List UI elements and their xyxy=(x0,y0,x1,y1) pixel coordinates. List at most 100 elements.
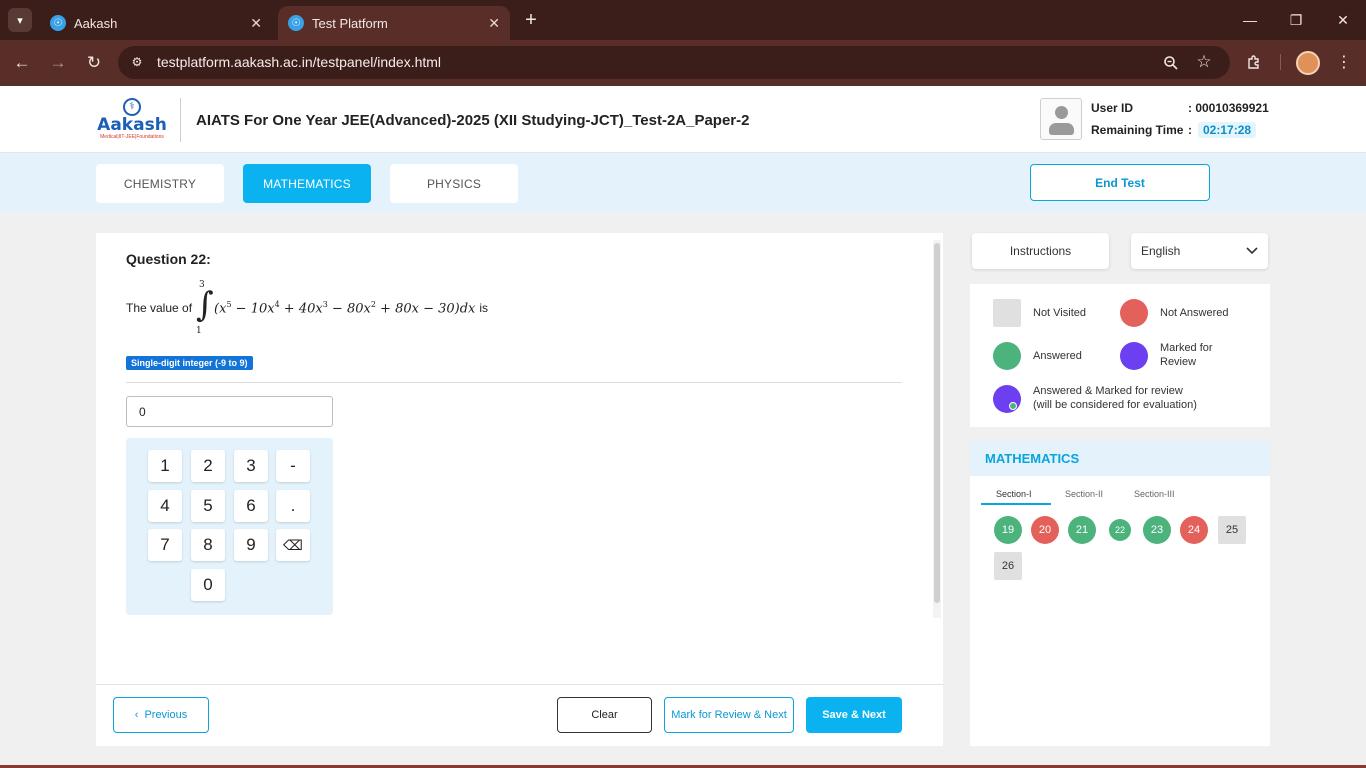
section-tab-2[interactable]: Section-II xyxy=(1065,489,1103,499)
forward-button[interactable]: → xyxy=(45,50,71,76)
browser-toolbar: ← → ↻ ⚙ testplatform.aakash.ac.in/testpa… xyxy=(0,40,1366,86)
marked-label-line1: Marked for xyxy=(1160,342,1213,354)
more-menu-icon[interactable]: ⋮ xyxy=(1336,51,1352,73)
tab-mathematics[interactable]: MATHEMATICS xyxy=(243,164,371,203)
previous-button[interactable]: ‹ Previous xyxy=(113,697,209,733)
not-visited-label: Not Visited xyxy=(1033,307,1086,319)
reload-button[interactable]: ↻ xyxy=(81,50,107,76)
user-id-label: User ID xyxy=(1091,101,1134,115)
subject-bar: CHEMISTRY MATHEMATICS PHYSICS End Test xyxy=(0,153,1366,212)
close-icon[interactable]: ✕ xyxy=(488,15,500,32)
palette-question-22[interactable]: 22 xyxy=(1109,519,1131,541)
url-text[interactable]: testplatform.aakash.ac.in/testpanel/inde… xyxy=(157,54,441,70)
key-minus[interactable]: - xyxy=(276,450,310,482)
key-2[interactable]: 2 xyxy=(191,450,225,482)
numeric-keypad: 1 2 3 - 4 5 6 . 7 8 9 ⌫ 0 xyxy=(126,438,333,615)
close-window-button[interactable]: ✕ xyxy=(1320,6,1366,34)
chevron-left-icon: ‹ xyxy=(134,709,139,721)
browser-tab-aakash[interactable]: ☉ Aakash ✕ xyxy=(40,6,272,40)
palette-question-21[interactable]: 21 xyxy=(1068,516,1096,544)
key-5[interactable]: 5 xyxy=(191,490,225,522)
new-tab-button[interactable]: + xyxy=(520,8,542,32)
user-id-value: : 00010369921 xyxy=(1188,101,1269,115)
answer-input[interactable] xyxy=(126,396,333,427)
remaining-time-label: Remaining Time xyxy=(1091,123,1184,137)
close-icon: ✕ xyxy=(1337,11,1349,28)
previous-label: Previous xyxy=(144,709,188,721)
marked-label: Marked for Review xyxy=(1160,341,1213,369)
browser-tab-test-platform[interactable]: ☉ Test Platform ✕ xyxy=(278,6,510,40)
save-next-button[interactable]: Save & Next xyxy=(806,697,902,733)
arrow-right-icon: → xyxy=(49,53,67,72)
key-3[interactable]: 3 xyxy=(234,450,268,482)
aakash-favicon-icon: ☉ xyxy=(288,15,304,31)
question-type-badge: Single-digit integer (-9 to 9) xyxy=(126,356,253,370)
answered-marked-line2: (will be considered for evaluation) xyxy=(1033,399,1197,411)
site-info-icon[interactable]: ⚙ xyxy=(126,51,148,73)
palette-question-20[interactable]: 20 xyxy=(1031,516,1059,544)
question-scrollbar-thumb[interactable] xyxy=(934,243,940,603)
language-select[interactable]: English xyxy=(1131,233,1268,269)
integrand-expression: (x5 − 10x4 + 40x3 − 80x2 + 80x − 30)dx xyxy=(214,299,476,317)
bookmark-star-icon[interactable]: ☆ xyxy=(1193,51,1215,73)
profile-avatar-icon[interactable] xyxy=(1296,51,1320,75)
not-answered-swatch xyxy=(1120,299,1148,327)
answered-dot xyxy=(1009,402,1017,410)
key-9[interactable]: 9 xyxy=(234,529,268,561)
key-1[interactable]: 1 xyxy=(148,450,182,482)
integral-symbol: ∫ xyxy=(196,285,214,325)
backspace-icon[interactable]: ⌫ xyxy=(276,529,310,561)
palette-question-26[interactable]: 26 xyxy=(994,552,1022,580)
section-tab-3[interactable]: Section-III xyxy=(1134,489,1175,499)
avatar-head xyxy=(1055,106,1068,119)
key-4[interactable]: 4 xyxy=(148,490,182,522)
tab-title: Test Platform xyxy=(312,15,388,31)
section-tab-underline xyxy=(981,503,1051,505)
mark-for-review-button[interactable]: Mark for Review & Next xyxy=(664,697,794,733)
answered-marked-line1: Answered & Marked for review xyxy=(1033,385,1183,397)
restore-button[interactable]: ❐ xyxy=(1273,6,1319,34)
answered-swatch xyxy=(993,342,1021,370)
palette-question-23[interactable]: 23 xyxy=(1143,516,1171,544)
remaining-time-separator: : xyxy=(1188,123,1192,137)
tab-physics[interactable]: PHYSICS xyxy=(390,164,518,203)
tab-search-button[interactable]: ▾ xyxy=(8,8,32,32)
section-tab-1[interactable]: Section-I xyxy=(996,489,1032,499)
status-legend: Not Visited Not Answered Answered Marked… xyxy=(970,284,1270,427)
address-bar[interactable]: ⚙ testplatform.aakash.ac.in/testpanel/in… xyxy=(118,46,1230,79)
palette-question-25[interactable]: 25 xyxy=(1218,516,1246,544)
palette-title: MATHEMATICS xyxy=(985,451,1080,466)
answered-marked-label: Answered & Marked for review (will be co… xyxy=(1033,384,1197,412)
end-test-button[interactable]: End Test xyxy=(1030,164,1210,201)
arrow-left-icon: ← xyxy=(13,53,31,72)
user-avatar xyxy=(1040,98,1082,140)
key-7[interactable]: 7 xyxy=(148,529,182,561)
tab-chemistry[interactable]: CHEMISTRY xyxy=(96,164,224,203)
palette-question-19[interactable]: 19 xyxy=(994,516,1022,544)
restore-icon: ❐ xyxy=(1289,11,1303,28)
minimize-icon: — xyxy=(1243,12,1257,28)
key-6[interactable]: 6 xyxy=(234,490,268,522)
key-0[interactable]: 0 xyxy=(191,569,225,601)
back-button[interactable]: ← xyxy=(9,50,35,76)
palette-question-24[interactable]: 24 xyxy=(1180,516,1208,544)
header-divider xyxy=(180,98,181,142)
integral-lower-limit: 1 xyxy=(196,326,202,336)
key-decimal[interactable]: . xyxy=(276,490,310,522)
question-palette xyxy=(970,441,1270,746)
key-8[interactable]: 8 xyxy=(191,529,225,561)
plus-icon: + xyxy=(525,8,537,31)
marked-label-line2: Review xyxy=(1160,356,1197,368)
instructions-button[interactable]: Instructions xyxy=(972,233,1109,269)
zoom-icon[interactable] xyxy=(1160,52,1182,74)
avatar-body xyxy=(1049,123,1074,135)
extensions-icon[interactable] xyxy=(1243,51,1265,73)
tab-title: Aakash xyxy=(74,15,118,31)
language-value: English xyxy=(1141,244,1181,258)
clear-button[interactable]: Clear xyxy=(557,697,652,733)
logo-word: Aakash xyxy=(97,115,167,135)
minimize-button[interactable]: — xyxy=(1227,6,1273,34)
close-icon[interactable]: ✕ xyxy=(250,15,262,32)
answered-marked-swatch xyxy=(993,385,1021,413)
not-answered-label: Not Answered xyxy=(1160,307,1229,319)
